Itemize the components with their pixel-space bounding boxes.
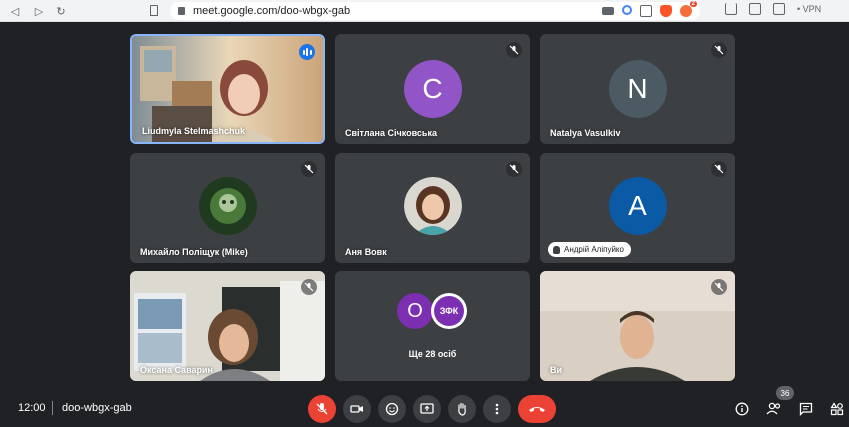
- hand-raised-icon: [553, 245, 560, 254]
- people-icon: [766, 402, 781, 415]
- avatar: A: [608, 177, 667, 235]
- brave-shield-icon[interactable]: [660, 5, 672, 17]
- mic-off-icon: [316, 403, 328, 415]
- extensions-area: • VPN: [725, 3, 821, 15]
- mic-off-icon: [506, 161, 522, 177]
- mic-off-icon: [711, 279, 727, 295]
- address-bar[interactable]: meet.google.com/doo-wbgx-gab 2: [170, 1, 700, 20]
- participant-name: Ви: [550, 365, 563, 375]
- raise-hand-button[interactable]: [448, 395, 476, 423]
- zfk-logo-avatar: ЗФК: [431, 293, 467, 329]
- microphone-toggle-button[interactable]: [308, 395, 336, 423]
- download-icon[interactable]: [725, 3, 737, 15]
- camera-toggle-button[interactable]: [343, 395, 371, 423]
- vpn-label: VPN: [802, 4, 822, 14]
- lock-icon: [178, 7, 185, 15]
- more-vert-icon: [495, 403, 499, 415]
- share-icon[interactable]: [640, 5, 652, 17]
- vpn-button[interactable]: • VPN: [797, 4, 821, 14]
- meeting-controls-bar: 12:00 doo-wbgx-gab 36: [0, 386, 849, 427]
- participant-name: Liudmyla Stelmashchuk: [142, 126, 246, 136]
- info-icon: [735, 402, 749, 416]
- clock: 12:00: [18, 402, 46, 414]
- end-call-icon: [529, 407, 545, 412]
- avatar: O: [397, 293, 433, 329]
- present-screen-button[interactable]: [413, 395, 441, 423]
- hand-icon: [458, 402, 466, 416]
- leave-call-button[interactable]: [518, 395, 556, 423]
- participant-name: Андрій Аліпуйко: [564, 245, 624, 254]
- participant-tile[interactable]: Аня Вовк: [335, 153, 530, 263]
- video-feed: [540, 271, 735, 381]
- activities-icon: [830, 402, 844, 416]
- url-text: meet.google.com/doo-wbgx-gab: [193, 5, 351, 17]
- people-button[interactable]: [765, 400, 783, 418]
- participant-tile-self[interactable]: Ви: [540, 271, 735, 381]
- participant-tile[interactable]: Михайло Поліщук (Mike): [130, 153, 325, 263]
- avatar: C: [403, 60, 462, 118]
- bookmark-icon[interactable]: [150, 5, 158, 16]
- forward-icon[interactable]: ▷: [30, 2, 48, 20]
- camera-icon: [350, 405, 363, 413]
- reload-icon[interactable]: ↻: [52, 2, 70, 20]
- participant-name: Світлана Січковська: [345, 128, 437, 138]
- zfk-logo-text: ЗФК: [434, 296, 464, 326]
- camera-icon[interactable]: [602, 7, 614, 15]
- sidebar-icon[interactable]: [749, 3, 761, 15]
- emoji-icon: [385, 402, 399, 416]
- reactions-button[interactable]: [378, 395, 406, 423]
- participant-count-badge: 36: [776, 386, 794, 400]
- brave-badge: 2: [689, 1, 697, 7]
- browser-toolbar: ◁ ▷ ↻ meet.google.com/doo-wbgx-gab 2 • V…: [0, 0, 849, 22]
- present-icon: [420, 403, 434, 414]
- wallet-icon[interactable]: [773, 3, 785, 15]
- meeting-code: doo-wbgx-gab: [62, 402, 132, 414]
- mic-off-icon: [301, 279, 317, 295]
- more-participants-tile[interactable]: O ЗФК Ще 28 осіб: [335, 271, 530, 381]
- participant-name-pill: Андрій Аліпуйко: [548, 242, 631, 257]
- participant-tile[interactable]: Оксана Саварин: [130, 271, 325, 381]
- avatar: N: [608, 60, 667, 118]
- participant-tile[interactable]: N Natalya Vasulkiv: [540, 34, 735, 144]
- participant-name: Natalya Vasulkiv: [550, 128, 621, 138]
- participant-tile[interactable]: C Світлана Січковська: [335, 34, 530, 144]
- divider: [52, 401, 53, 415]
- chat-button[interactable]: [797, 400, 815, 418]
- mic-off-icon: [506, 42, 522, 58]
- avatar: [198, 177, 257, 235]
- participant-tile[interactable]: Liudmyla Stelmashchuk: [130, 34, 325, 144]
- participant-tile[interactable]: A Андрій Аліпуйко: [540, 153, 735, 263]
- participant-name: Оксана Саварин: [140, 365, 213, 375]
- google-icon[interactable]: [622, 5, 632, 15]
- speaking-indicator-icon: [299, 44, 315, 60]
- back-icon[interactable]: ◁: [6, 2, 24, 20]
- mic-off-icon: [711, 161, 727, 177]
- mic-off-icon: [301, 161, 317, 177]
- participant-name: Аня Вовк: [345, 247, 387, 257]
- brave-rewards-icon[interactable]: 2: [680, 1, 697, 17]
- mic-off-icon: [711, 42, 727, 58]
- chat-icon: [799, 402, 813, 416]
- more-participants-label: Ще 28 осіб: [408, 349, 457, 359]
- meeting-details-button[interactable]: [733, 400, 751, 418]
- more-options-button[interactable]: [483, 395, 511, 423]
- avatar: [403, 177, 462, 235]
- participant-name: Михайло Поліщук (Mike): [140, 247, 248, 257]
- activities-button[interactable]: [828, 400, 846, 418]
